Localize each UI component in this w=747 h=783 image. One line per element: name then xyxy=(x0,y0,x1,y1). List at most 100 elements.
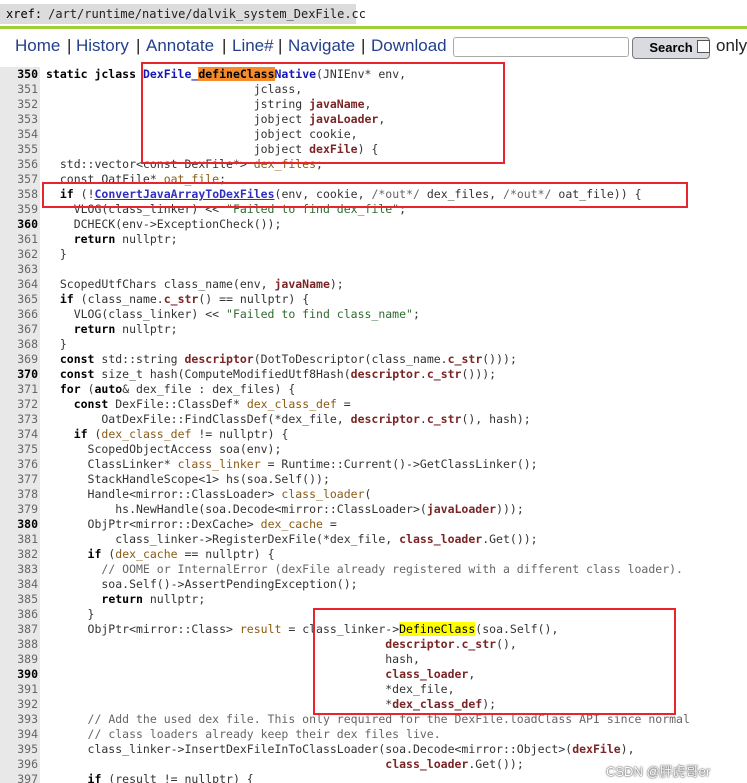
line-number[interactable]: 374 xyxy=(0,427,40,442)
code-token: (), hash); xyxy=(461,412,531,426)
line-number[interactable]: 383 xyxy=(0,562,40,577)
line-number[interactable]: 377 xyxy=(0,472,40,487)
line-number[interactable]: 362 xyxy=(0,247,40,262)
line-number[interactable]: 366 xyxy=(0,307,40,322)
code-token: Handle<mirror::ClassLoader> xyxy=(46,487,282,501)
line-number[interactable]: 364 xyxy=(0,277,40,292)
code-line: 364 ScopedUtfChars class_name(env, javaN… xyxy=(0,277,747,292)
line-number[interactable]: 388 xyxy=(0,637,40,652)
line-number[interactable]: 384 xyxy=(0,577,40,592)
line-number[interactable]: 386 xyxy=(0,607,40,622)
code-text: if (result != nullptr) { xyxy=(46,772,254,783)
line-number[interactable]: 360 xyxy=(0,217,40,232)
line-number[interactable]: 376 xyxy=(0,457,40,472)
code-line: 363 xyxy=(0,262,747,277)
code-token: hs.NewHandle(soa.Decode<mirror::ClassLoa… xyxy=(46,502,427,516)
line-number[interactable]: 356 xyxy=(0,157,40,172)
code-token: StackHandleScope<1> hs(soa.Self()); xyxy=(46,472,330,486)
xref-bar: xref: /art/runtime/native/dalvik_system_D… xyxy=(0,0,747,29)
nav-home[interactable]: Home xyxy=(15,36,60,56)
line-number[interactable]: 396 xyxy=(0,757,40,772)
code-token: class_linker->RegisterDexFile(*dex_file, xyxy=(46,532,400,546)
search-input[interactable] xyxy=(453,37,629,57)
line-number[interactable]: 370 xyxy=(0,367,40,382)
nav-navigate[interactable]: Navigate xyxy=(288,36,355,56)
code-text: ObjPtr<mirror::DexCache> dex_cache = xyxy=(46,517,337,532)
code-line: 360 DCHECK(env->ExceptionCheck()); xyxy=(0,217,747,232)
code-token: ScopedUtfChars class_name(env, xyxy=(46,277,275,291)
line-number[interactable]: 390 xyxy=(0,667,40,682)
code-token: = xyxy=(336,397,351,411)
line-number[interactable]: 354 xyxy=(0,127,40,142)
line-number[interactable]: 355 xyxy=(0,142,40,157)
line-number[interactable]: 391 xyxy=(0,682,40,697)
code-token: ; xyxy=(412,307,420,321)
code-line: 376 ClassLinker* class_linker = Runtime:… xyxy=(0,457,747,472)
line-number[interactable]: 359 xyxy=(0,202,40,217)
code-token: class_loader xyxy=(399,532,483,546)
line-number[interactable]: 365 xyxy=(0,292,40,307)
code-token: } xyxy=(46,607,95,621)
only-checkbox[interactable] xyxy=(697,40,710,53)
line-number[interactable]: 350 xyxy=(0,67,40,82)
code-token: ( xyxy=(364,487,372,501)
line-number[interactable]: 389 xyxy=(0,652,40,667)
line-number[interactable]: 392 xyxy=(0,697,40,712)
code-token: c_str xyxy=(447,352,483,366)
code-token: dex_cache xyxy=(115,547,178,561)
nav-line-numbers[interactable]: Line# xyxy=(232,36,274,56)
line-number[interactable]: 382 xyxy=(0,547,40,562)
navigation-bar: Home | History | Annotate | Line# | Navi… xyxy=(0,34,747,60)
line-number[interactable]: 395 xyxy=(0,742,40,757)
line-number[interactable]: 351 xyxy=(0,82,40,97)
line-number[interactable]: 387 xyxy=(0,622,40,637)
line-number[interactable]: 380 xyxy=(0,517,40,532)
line-number[interactable]: 361 xyxy=(0,232,40,247)
line-number[interactable]: 381 xyxy=(0,532,40,547)
line-number[interactable]: 397 xyxy=(0,772,40,783)
xref-path[interactable]: /art/runtime/native/dalvik_system_DexFil… xyxy=(48,7,366,21)
line-number[interactable]: 372 xyxy=(0,397,40,412)
line-number[interactable]: 358 xyxy=(0,187,40,202)
line-number[interactable]: 369 xyxy=(0,352,40,367)
code-token: } xyxy=(46,337,67,351)
code-token: .Get()); xyxy=(468,757,524,771)
code-token: if xyxy=(73,427,88,441)
code-text: class_linker->RegisterDexFile(*dex_file,… xyxy=(46,532,537,547)
code-line: 373 OatDexFile::FindClassDef(*dex_file, … xyxy=(0,412,747,427)
code-line: 395 class_linker->InsertDexFileInToClass… xyxy=(0,742,747,757)
line-number[interactable]: 357 xyxy=(0,172,40,187)
code-token: if xyxy=(87,547,102,561)
line-number[interactable]: 352 xyxy=(0,97,40,112)
nav-history[interactable]: History xyxy=(76,36,129,56)
code-token: javaLoader xyxy=(426,502,497,516)
line-number[interactable]: 371 xyxy=(0,382,40,397)
nav-separator: | xyxy=(136,36,141,55)
code-token: () == nullptr) { xyxy=(198,292,310,306)
line-number[interactable]: 373 xyxy=(0,412,40,427)
line-number[interactable]: 378 xyxy=(0,487,40,502)
code-line: 361 return nullptr; xyxy=(0,232,747,247)
code-text: hs.NewHandle(soa.Decode<mirror::ClassLoa… xyxy=(46,502,524,517)
line-number[interactable]: 367 xyxy=(0,322,40,337)
nav-annotate[interactable]: Annotate xyxy=(146,36,214,56)
code-text: // OOME or InternalError (dexFile alread… xyxy=(46,562,683,577)
line-number[interactable]: 375 xyxy=(0,442,40,457)
line-number[interactable]: 353 xyxy=(0,112,40,127)
line-number[interactable]: 368 xyxy=(0,337,40,352)
line-number[interactable]: 379 xyxy=(0,502,40,517)
line-number[interactable]: 394 xyxy=(0,727,40,742)
line-number[interactable]: 385 xyxy=(0,592,40,607)
line-number[interactable]: 393 xyxy=(0,712,40,727)
code-token: OatDexFile::FindClassDef(*dex_file, xyxy=(46,412,351,426)
line-number[interactable]: 363 xyxy=(0,262,40,277)
code-text: ClassLinker* class_linker = Runtime::Cur… xyxy=(46,457,538,472)
code-token: dex_class_def xyxy=(101,427,192,441)
code-token: ), xyxy=(620,742,635,756)
nav-download[interactable]: Download xyxy=(371,36,447,56)
code-token: result xyxy=(239,622,282,636)
